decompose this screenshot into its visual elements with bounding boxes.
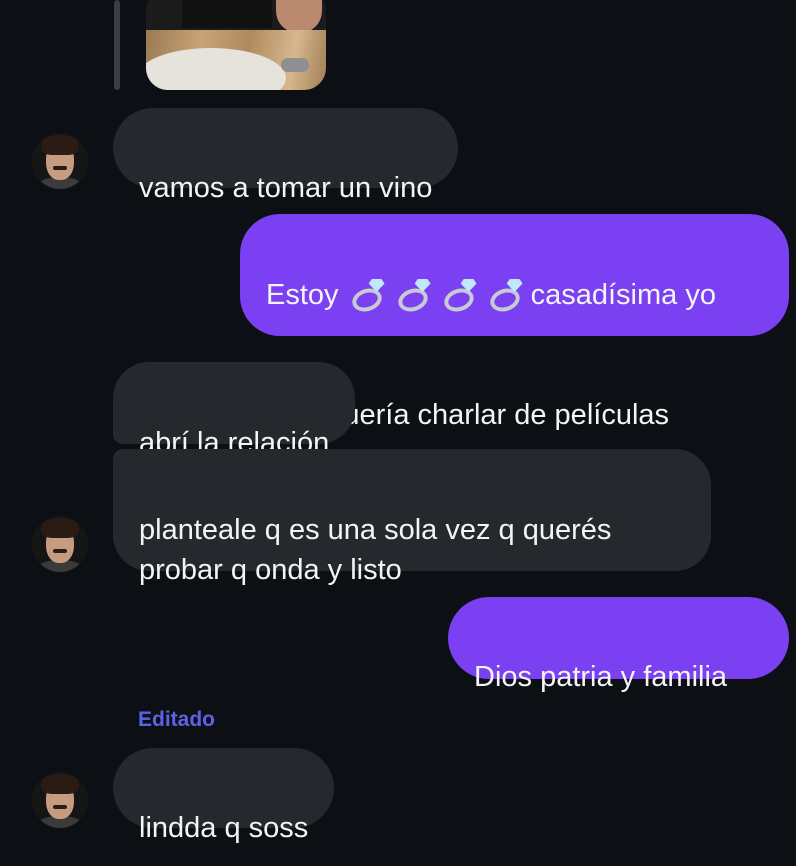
- message-text: Dios patria y familia: [474, 661, 728, 693]
- photo-detail: [276, 0, 322, 33]
- avatar-detail: [53, 805, 67, 809]
- message-text: lindda q soss: [139, 812, 309, 844]
- message-text: casadísima yo: [530, 279, 716, 311]
- photo-detail: [182, 0, 272, 28]
- avatar[interactable]: [32, 516, 88, 572]
- edited-label: Editado: [138, 708, 215, 731]
- ring-icon: [347, 275, 393, 316]
- message-text: vamos a tomar un vino: [139, 172, 433, 204]
- message-line: Estoy casadísima yo: [266, 275, 763, 316]
- message-text: planteale q es una sola vez q querés pro…: [139, 514, 612, 586]
- chat-thread: vamos a tomar un vino Estoy casadísima y…: [0, 0, 796, 866]
- photo-detail: [281, 58, 309, 72]
- message-bubble-outgoing[interactable]: Estoy casadísima yo solo quería charlar …: [240, 214, 789, 431]
- ring-icon: [485, 275, 531, 316]
- avatar-detail: [41, 774, 79, 794]
- avatar[interactable]: [32, 133, 88, 189]
- avatar[interactable]: [32, 772, 88, 828]
- avatar-detail: [41, 135, 79, 155]
- ring-icon: [439, 275, 485, 316]
- message-bubble-outgoing[interactable]: Dios patria y familia: [448, 597, 789, 693]
- shared-photo[interactable]: [146, 0, 326, 90]
- message-bubble-incoming[interactable]: vamos a tomar un vino: [113, 108, 459, 204]
- message-bubble-incoming[interactable]: lindda q soss: [113, 748, 335, 844]
- message-bubble-incoming[interactable]: planteale q es una sola vez q querés pro…: [113, 449, 711, 586]
- message-text: Estoy: [266, 279, 347, 311]
- avatar-detail: [53, 549, 67, 553]
- reply-indicator-bar: [114, 0, 120, 90]
- ring-icon: [393, 275, 439, 316]
- avatar-detail: [41, 518, 79, 538]
- avatar-detail: [53, 166, 67, 170]
- message-bubble-incoming[interactable]: abrí la relación: [113, 362, 356, 459]
